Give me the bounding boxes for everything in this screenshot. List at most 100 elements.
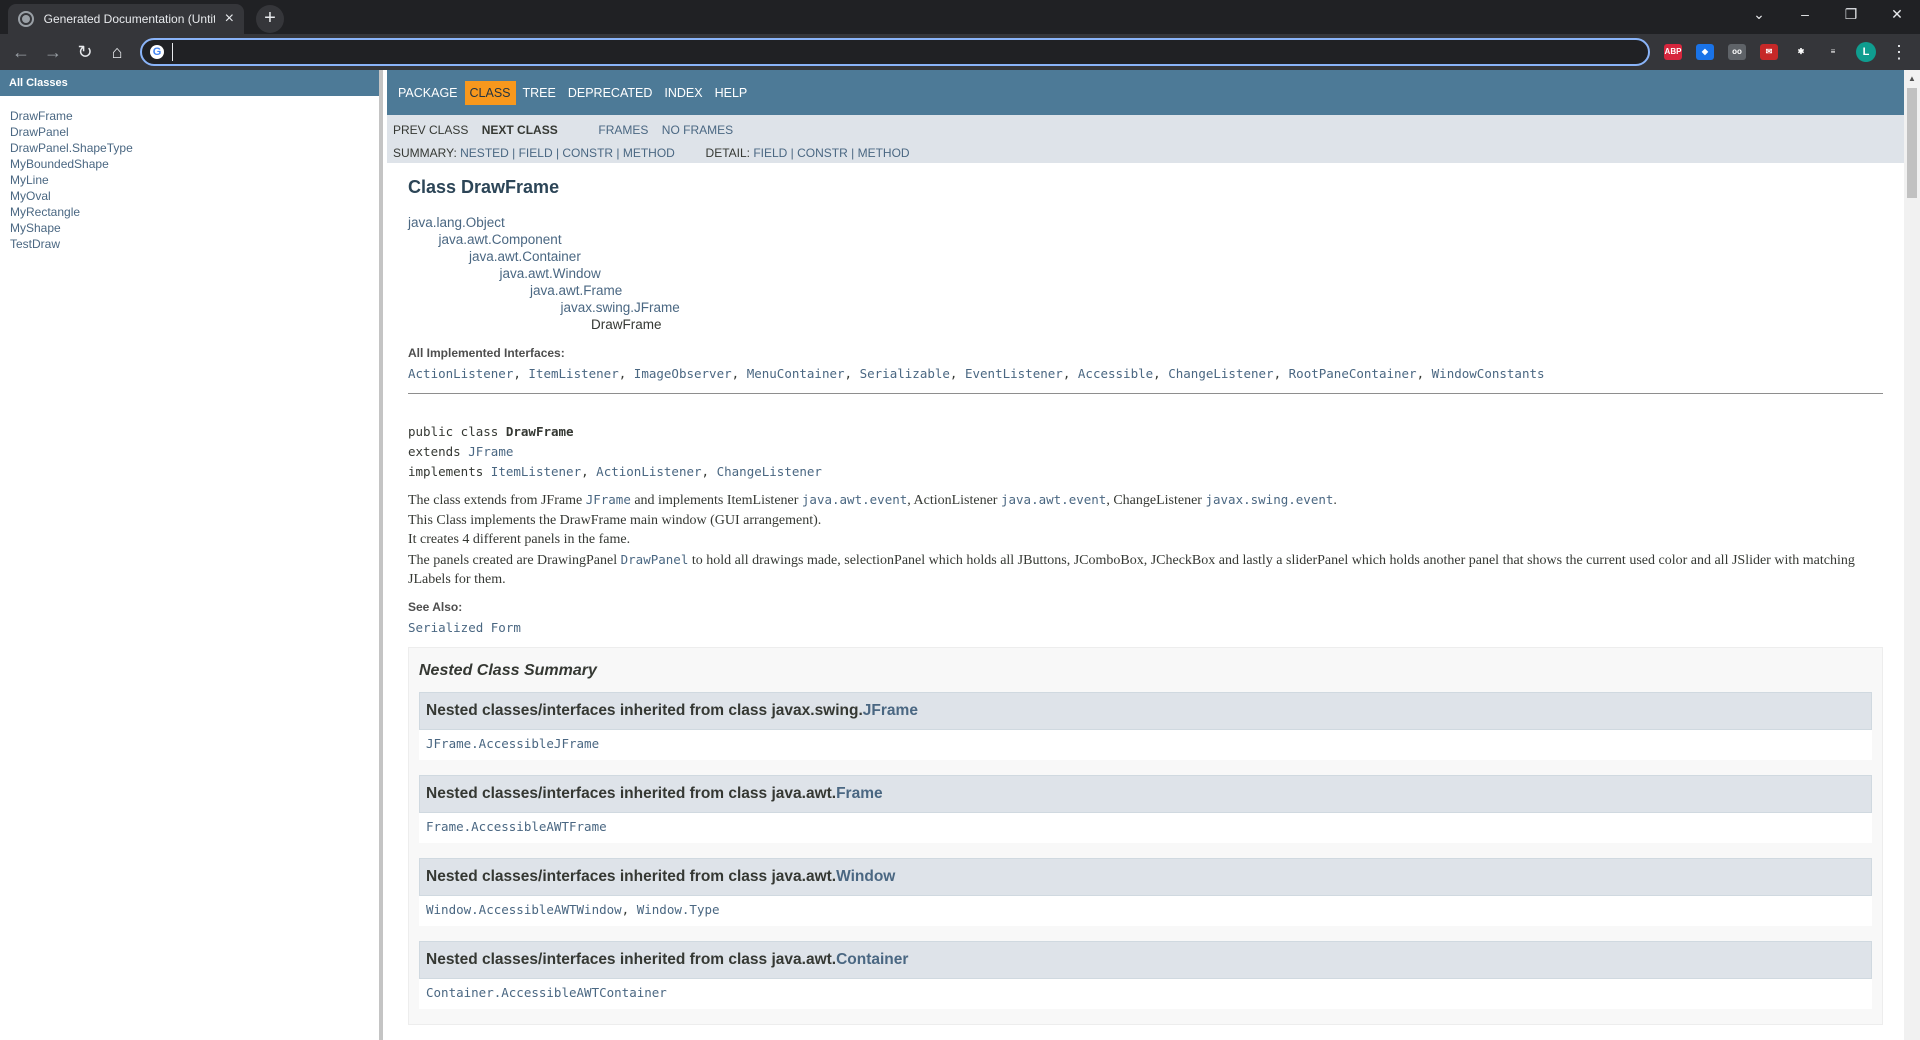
class-link[interactable]: MyRectangle	[10, 204, 379, 220]
inheritance-item[interactable]: java.awt.Frame	[408, 282, 1884, 299]
inherited-class-link[interactable]: Container	[836, 951, 908, 968]
inheritance-item[interactable]: java.awt.Container	[408, 248, 1884, 265]
interface-link[interactable]: Serializable	[860, 366, 950, 381]
nested-summary-title: Nested Class Summary	[419, 661, 597, 679]
profile-avatar[interactable]: L	[1856, 42, 1876, 62]
description-line: It creates 4 different panels in the fam…	[408, 532, 631, 547]
interface-link[interactable]: ChangeListener	[1168, 366, 1273, 381]
address-input[interactable]	[172, 43, 1632, 61]
inherited-class-link[interactable]: Frame	[836, 785, 883, 802]
interface-link[interactable]: ActionListener	[408, 366, 513, 381]
serialized-form-link[interactable]: Serialized Form	[408, 620, 1884, 635]
nav-tree[interactable]: TREE	[518, 84, 561, 108]
inherited-class-link[interactable]: Window	[836, 868, 895, 885]
minimize-button[interactable]: –	[1782, 0, 1828, 30]
sig-implements-link[interactable]: ChangeListener	[717, 464, 822, 479]
media-queue-icon[interactable]: ≡	[1824, 44, 1842, 60]
nested-class-link[interactable]: Frame.AccessibleAWTFrame	[426, 819, 607, 834]
page-title: Class DrawFrame	[408, 177, 560, 197]
back-icon[interactable]: ←	[8, 39, 34, 65]
browser-tab[interactable]: Generated Documentation (Untitled) ×	[8, 4, 244, 34]
sig-implements-link[interactable]: ItemListener	[491, 464, 581, 479]
nested-class-link[interactable]: JFrame.AccessibleJFrame	[426, 736, 599, 751]
class-link[interactable]: DrawFrame	[10, 108, 379, 124]
sig-implements-link[interactable]: ActionListener	[596, 464, 701, 479]
interface-link[interactable]: MenuContainer	[747, 366, 845, 381]
class-content: Class DrawFrame java.lang.Object java.awt…	[387, 163, 1904, 1025]
mail-extension-icon[interactable]: ✉	[1760, 44, 1778, 60]
reload-icon[interactable]: ↻	[72, 39, 98, 65]
nested-inherited-block: Nested classes/interfaces inherited from…	[419, 857, 1872, 926]
nested-class-link[interactable]: Container.AccessibleAWTContainer	[426, 985, 667, 1000]
frames-link[interactable]: FRAMES	[598, 123, 648, 137]
class-link[interactable]: MyLine	[10, 172, 379, 188]
nested-class-link[interactable]: Window.AccessibleAWTWindow	[426, 902, 622, 917]
all-classes-frame: All Classes DrawFrame DrawPanel DrawPanel.…	[0, 70, 383, 1040]
home-icon[interactable]: ⌂	[104, 39, 130, 65]
drawpanel-code-link[interactable]: DrawPanel	[621, 552, 689, 567]
address-bar[interactable]: G	[140, 38, 1650, 66]
interfaces-label: All Implemented Interfaces:	[408, 346, 565, 360]
inheritance-item[interactable]: java.awt.Window	[408, 265, 1884, 282]
scroll-up-icon[interactable]: ▲	[1908, 74, 1916, 83]
interface-link[interactable]: Accessible	[1078, 366, 1153, 381]
nested-inherited-list: Window.AccessibleAWTWindow, Window.Type	[419, 895, 1872, 926]
scrollbar-thumb[interactable]	[1907, 88, 1917, 198]
interface-link[interactable]: ItemListener	[528, 366, 618, 381]
browser-tab-strip: Generated Documentation (Untitled) × + ⌄…	[0, 0, 1920, 34]
next-class-link[interactable]: NEXT CLASS	[482, 123, 558, 137]
nested-class-link[interactable]: Window.Type	[637, 902, 720, 917]
no-frames-link[interactable]: NO FRAMES	[662, 123, 733, 137]
inherited-class-link[interactable]: JFrame	[863, 702, 918, 719]
class-link[interactable]: MyShape	[10, 220, 379, 236]
interface-link[interactable]: ImageObserver	[634, 366, 732, 381]
class-description: The class extends from JFrame JFrame and…	[408, 490, 1888, 590]
nav-package[interactable]: PACKAGE	[393, 84, 463, 108]
awt-event-code[interactable]: java.awt.event	[802, 492, 907, 507]
nav-deprecated[interactable]: DEPRECATED	[563, 84, 658, 108]
all-classes-heading: All Classes	[0, 70, 379, 96]
class-link[interactable]: MyOval	[10, 188, 379, 204]
nested-inherited-block: Nested classes/interfaces inherited from…	[419, 940, 1872, 1009]
adblock-plus-icon[interactable]: ABP	[1664, 44, 1682, 60]
class-link[interactable]: TestDraw	[10, 236, 379, 252]
nested-inherited-block: Nested classes/interfaces inherited from…	[419, 691, 1872, 760]
summary-label: SUMMARY:	[393, 146, 457, 160]
class-link[interactable]: DrawPanel	[10, 124, 379, 140]
inheritance-item[interactable]: java.lang.Object	[408, 214, 1884, 231]
inheritance-item[interactable]: javax.swing.JFrame	[408, 299, 1884, 316]
tab-search-icon[interactable]: ⌄	[1736, 0, 1782, 30]
sig-extends-link[interactable]: JFrame	[468, 444, 513, 459]
forward-icon[interactable]: →	[40, 39, 66, 65]
see-also-label: See Also:	[408, 599, 463, 614]
gem-extension-icon[interactable]: ◆	[1696, 44, 1714, 60]
interface-link[interactable]: WindowConstants	[1432, 366, 1545, 381]
swing-event-code[interactable]: javax.swing.event	[1205, 492, 1333, 507]
nav-class[interactable]: CLASS	[464, 81, 516, 105]
jframe-code-link[interactable]: JFrame	[586, 492, 631, 507]
google-search-icon: G	[150, 45, 164, 59]
page-viewport: All Classes DrawFrame DrawPanel DrawPanel.…	[0, 70, 1920, 1040]
nested-inherited-list: Frame.AccessibleAWTFrame	[419, 812, 1872, 843]
nested-inherited-header: Nested classes/interfaces inherited from…	[419, 940, 1872, 979]
detail-links[interactable]: FIELD | CONSTR | METHOD	[753, 146, 909, 160]
page-scrollbar[interactable]: ▲	[1904, 70, 1920, 1040]
nav-index[interactable]: INDEX	[659, 84, 707, 108]
nav-help[interactable]: HELP	[710, 84, 753, 108]
awt-event-code[interactable]: java.awt.event	[1001, 492, 1106, 507]
interface-link[interactable]: EventListener	[965, 366, 1063, 381]
summary-links[interactable]: NESTED | FIELD | CONSTR | METHOD	[460, 146, 675, 160]
interface-link[interactable]: RootPaneContainer	[1289, 366, 1417, 381]
prev-class-link[interactable]: PREV CLASS	[393, 123, 468, 137]
browser-menu-icon[interactable]: ⋮	[1886, 39, 1912, 65]
puzzle-extensions-icon[interactable]: ✱	[1792, 44, 1810, 60]
close-window-button[interactable]: ✕	[1874, 0, 1920, 30]
glasses-extension-icon[interactable]: oo	[1728, 44, 1746, 60]
new-tab-button[interactable]: +	[256, 5, 284, 33]
sig-modifiers: public class	[408, 424, 506, 439]
class-link[interactable]: DrawPanel.ShapeType	[10, 140, 379, 156]
inheritance-item[interactable]: java.awt.Component	[408, 231, 1884, 248]
restore-button[interactable]: ❐	[1828, 0, 1874, 30]
tab-close-icon[interactable]: ×	[225, 11, 234, 27]
class-link[interactable]: MyBoundedShape	[10, 156, 379, 172]
